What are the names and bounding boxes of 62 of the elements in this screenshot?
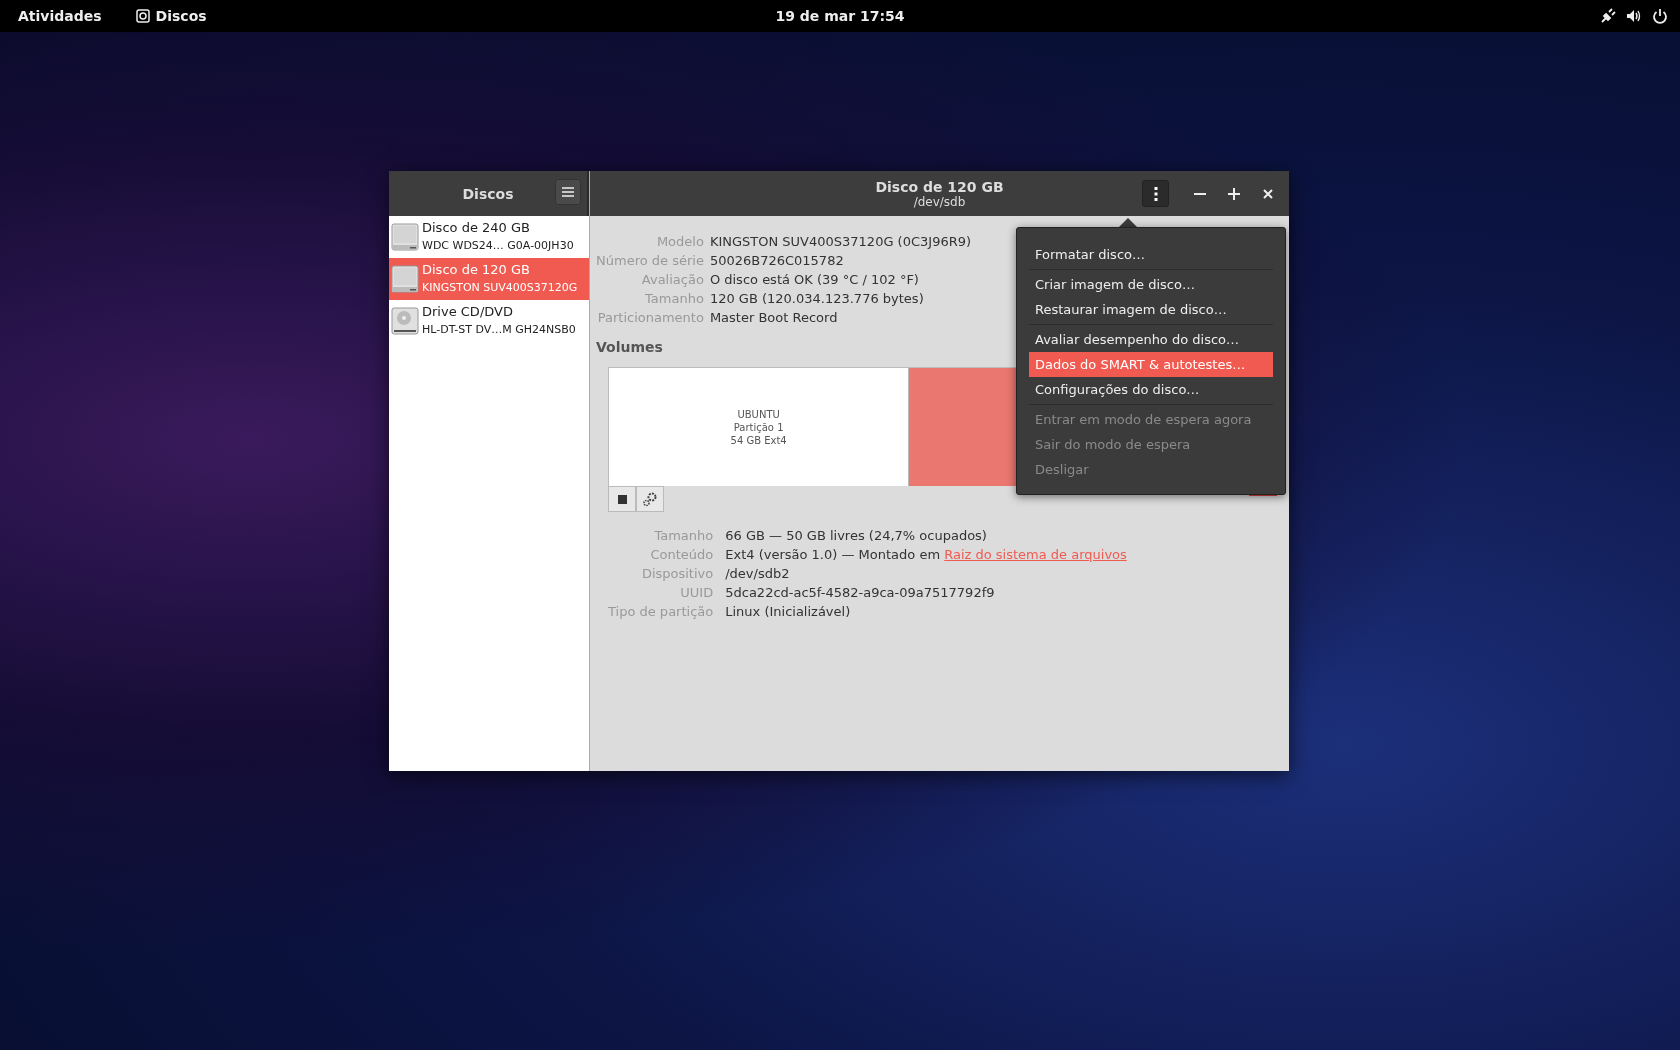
window-subtitle: /dev/sdb <box>913 194 966 209</box>
disk-app-icon <box>135 9 150 23</box>
field-value: Master Boot Record <box>709 309 839 327</box>
disk-menu-button[interactable] <box>1142 180 1169 207</box>
drive-model: WDC WDS24… G0A-00JH30 <box>422 238 574 254</box>
hard-drive-icon <box>391 264 419 294</box>
partition-segment[interactable]: UBUNTU Partição 1 54 GB Ext4 <box>609 368 910 486</box>
app-menu[interactable]: Discos <box>135 8 207 24</box>
field-label: Tipo de partição <box>608 603 714 621</box>
drive-model: HL-DT-ST DV…M GH24NSB0 <box>422 322 576 338</box>
partition-label: Partição 1 <box>733 420 784 434</box>
field-value: /dev/sdb2 <box>725 565 791 583</box>
minimize-icon <box>1194 192 1206 195</box>
field-value: O disco está OK (39 °C / 102 °F) <box>709 271 920 289</box>
clock[interactable]: 19 de mar 17:54 <box>775 8 905 24</box>
kebab-menu-icon <box>1153 186 1158 201</box>
drive-list-item[interactable]: Drive CD/DVD HL-DT-ST DV…M GH24NSB0 <box>389 300 589 342</box>
window-title: Disco de 120 GB <box>875 178 1004 195</box>
stop-icon <box>617 494 627 504</box>
menu-icon <box>562 187 574 197</box>
field-label: Avaliação <box>640 271 704 289</box>
optical-drive-icon <box>391 306 419 336</box>
field-label: Dispositivo <box>640 565 714 583</box>
maximize-icon <box>1228 187 1240 200</box>
field-value: 5dca22cd-ac5f-4582-a9ca-09a7517792f9 <box>725 584 996 602</box>
drive-name: Drive CD/DVD <box>422 303 514 321</box>
drive-name: Disco de 240 GB <box>422 219 531 237</box>
drive-model: KINGSTON SUV400S37120G <box>422 280 578 296</box>
field-label: Particionamento <box>596 309 704 327</box>
power-icon[interactable] <box>1652 8 1668 24</box>
hard-drive-icon <box>391 222 419 252</box>
field-value: Linux (Inicializável) <box>725 603 852 621</box>
field-label: Modelo <box>655 233 704 251</box>
menu-item[interactable]: Configurações do disco… <box>1029 377 1273 402</box>
field-label: Tamanho <box>644 290 704 308</box>
drive-name: Disco de 120 GB <box>422 261 531 279</box>
volumes-heading: Volumes <box>596 339 663 355</box>
menu-item[interactable]: Avaliar desempenho do disco… <box>1029 327 1273 352</box>
field-label: Conteúdo <box>649 546 714 564</box>
menu-item[interactable]: Restaurar imagem de disco… <box>1029 297 1273 322</box>
field-label: Tamanho <box>653 527 714 545</box>
unmount-button[interactable] <box>608 486 636 512</box>
menu-item[interactable]: Criar imagem de disco… <box>1029 272 1273 297</box>
field-value: 66 GB — 50 GB livres (24,7% ocupados) <box>725 527 988 545</box>
field-value: 120 GB (120.034.123.776 bytes) <box>709 290 925 308</box>
drive-list-item[interactable]: Disco de 240 GB WDC WDS24… G0A-00JH30 <box>389 216 589 258</box>
close-icon <box>1263 188 1273 199</box>
partition-label: UBUNTU <box>737 407 780 421</box>
field-label: UUID <box>679 584 714 602</box>
volume-icon[interactable] <box>1626 8 1642 24</box>
partition-label: 54 GB Ext4 <box>730 433 787 447</box>
sidebar-title: Discos <box>462 185 514 202</box>
field-label: Número de série <box>596 252 704 270</box>
field-value: 50026B726C015782 <box>709 252 845 270</box>
menu-button[interactable] <box>555 179 581 205</box>
menu-item[interactable]: Formatar disco… <box>1029 242 1273 267</box>
wired-network-icon[interactable] <box>1600 8 1616 24</box>
activities-button[interactable]: Atividades <box>0 8 120 24</box>
field-value: Ext4 (versão 1.0) — Montado em Raiz do sistema de arquivos <box>725 546 1127 564</box>
field-value: KINGSTON SUV400S37120G (0C3J96R9) <box>709 233 972 251</box>
gears-icon <box>642 491 658 507</box>
options-button[interactable] <box>636 486 664 512</box>
